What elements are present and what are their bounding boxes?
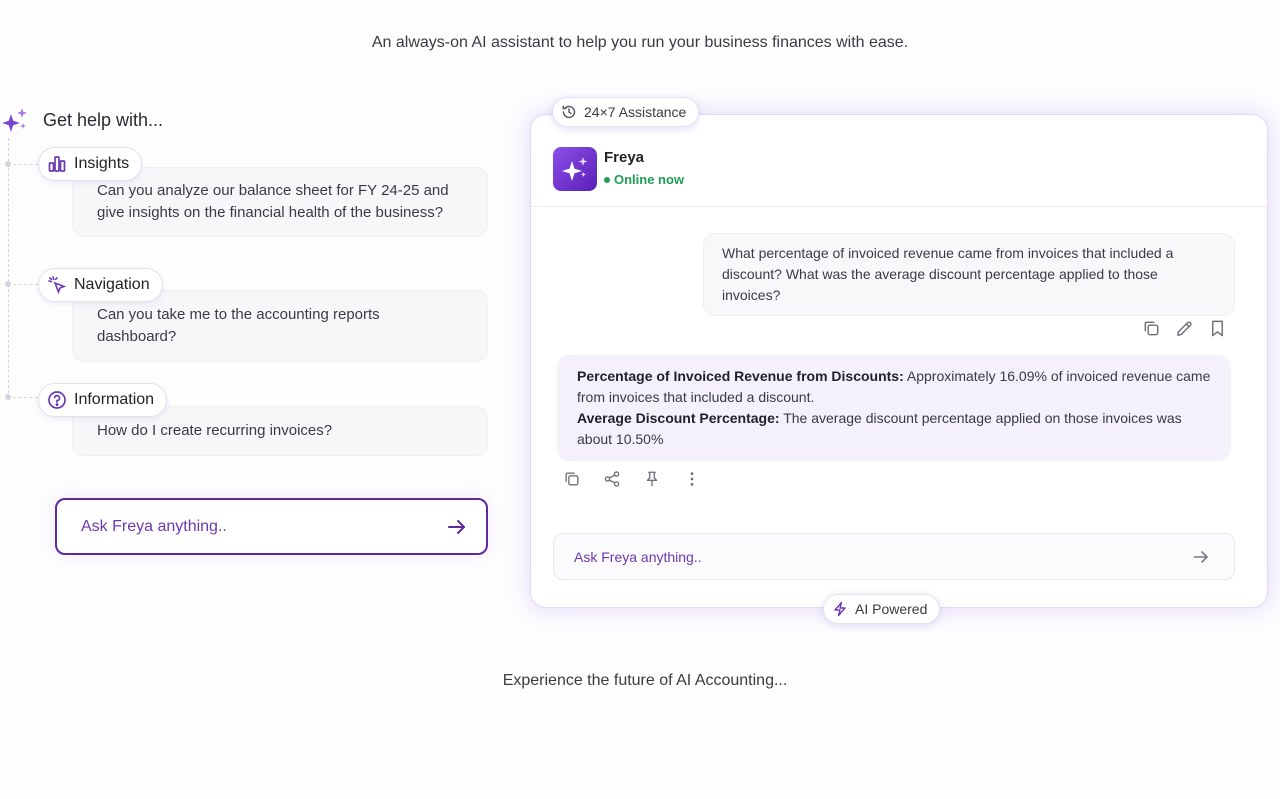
send-arrow-icon[interactable] (1192, 548, 1210, 566)
cursor-click-icon (48, 276, 67, 295)
assistant-message-line: Percentage of Invoiced Revenue from Disc… (577, 366, 1211, 408)
navigation-pill[interactable]: Navigation (38, 268, 163, 302)
insights-prompt-text: Can you analyze our balance sheet for FY… (97, 182, 449, 221)
pin-icon[interactable] (643, 470, 661, 488)
footer-tagline: Experience the future of AI Accounting..… (502, 672, 788, 689)
assistance-badge: 24×7 Assistance (552, 97, 700, 127)
question-circle-icon (48, 391, 66, 409)
sparkle-icon (562, 157, 588, 181)
ask-freya-placeholder: Ask Freya anything.. (81, 517, 227, 535)
information-pill[interactable]: Information (38, 383, 168, 417)
chat-input-placeholder: Ask Freya anything.. (574, 548, 702, 565)
bar-chart-icon (48, 156, 66, 172)
average-discount-label: Average Discount Percentage: (577, 410, 780, 426)
ai-powered-badge: AI Powered (823, 594, 941, 624)
navigation-prompt-text: Can you take me to the accounting report… (97, 306, 380, 345)
chat-header: Freya Online now (531, 115, 1267, 207)
history-clock-icon (562, 105, 576, 119)
user-message-text: What percentage of invoiced revenue came… (722, 245, 1174, 303)
tagline: An always-on AI assistant to help you ru… (371, 34, 909, 51)
assistant-message-actions (563, 470, 701, 488)
timeline-tick (5, 161, 38, 167)
copy-icon[interactable] (563, 470, 581, 488)
user-message: What percentage of invoiced revenue came… (703, 233, 1235, 316)
information-prompt-text: How do I create recurring invoices? (97, 422, 333, 439)
share-icon[interactable] (603, 470, 621, 488)
copy-icon[interactable] (1142, 319, 1161, 338)
ai-powered-text: AI Powered (855, 601, 928, 617)
edit-pencil-icon[interactable] (1175, 319, 1194, 338)
assistant-message-line: Average Discount Percentage: The average… (577, 408, 1211, 450)
timeline-line (8, 138, 9, 398)
agent-name: Freya (604, 149, 645, 166)
insights-pill[interactable]: Insights (38, 147, 143, 181)
chat-input[interactable]: Ask Freya anything.. (553, 533, 1235, 580)
online-status: Online now (604, 172, 684, 187)
assistant-message: Percentage of Invoiced Revenue from Disc… (557, 355, 1231, 461)
timeline-tick (5, 281, 38, 287)
timeline-tick (5, 394, 38, 400)
assistance-badge-text: 24×7 Assistance (584, 104, 687, 120)
more-vertical-icon[interactable] (683, 470, 701, 488)
help-heading: Get help with... (43, 110, 164, 130)
discount-revenue-label: Percentage of Invoiced Revenue from Disc… (577, 368, 904, 384)
bookmark-icon[interactable] (1208, 319, 1227, 338)
chat-panel: Freya Online now What percentage of invo… (530, 114, 1268, 608)
navigation-label: Navigation (74, 276, 150, 293)
user-message-actions (1142, 319, 1227, 338)
ask-freya-input[interactable]: Ask Freya anything.. (55, 498, 488, 555)
sparkle-icon (2, 108, 27, 132)
help-section: Get help with... Insights Can you analyz… (0, 100, 500, 570)
online-dot-icon (604, 176, 610, 183)
avatar (553, 147, 597, 191)
information-label: Information (74, 391, 155, 408)
insights-label: Insights (74, 155, 130, 172)
online-status-text: Online now (614, 172, 685, 187)
lightning-icon (834, 601, 846, 617)
arrow-right-icon[interactable] (446, 516, 468, 538)
